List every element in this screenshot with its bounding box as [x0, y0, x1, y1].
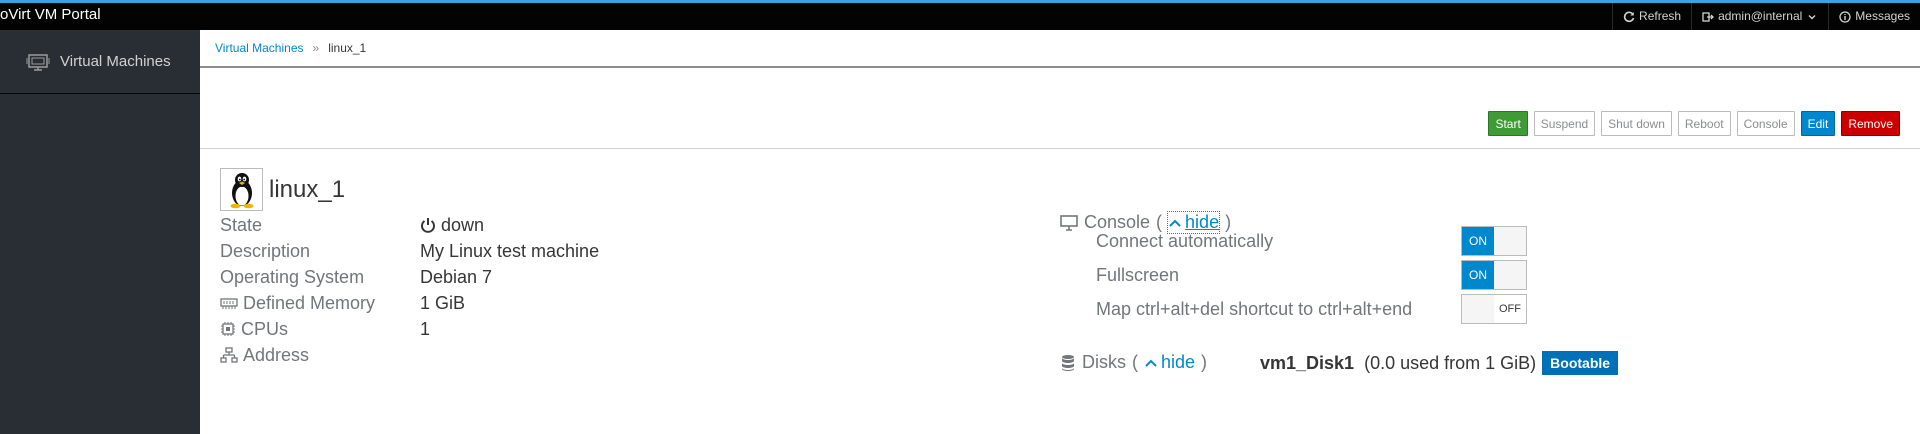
user-menu[interactable]: admin@internal [1691, 3, 1828, 30]
sidebar-item-virtual-machines[interactable]: Virtual Machines [0, 30, 200, 94]
app-title[interactable]: oVirt VM Portal [0, 6, 101, 23]
toggle-state: ON [1462, 261, 1494, 289]
suspend-button[interactable]: Suspend [1533, 111, 1596, 136]
reboot-button[interactable]: Reboot [1677, 111, 1731, 136]
virtual-machine-icon [26, 53, 50, 71]
property-row-address: Address [220, 342, 920, 368]
user-label: admin@internal [1718, 9, 1803, 23]
fullscreen-toggle[interactable]: ON [1461, 260, 1527, 290]
disks-title: Disks [1082, 352, 1126, 372]
disks-section-title: Disks ( hide) [1060, 352, 1207, 373]
top-nav: Refresh admin@internal Messages [1612, 3, 1920, 30]
breadcrumb-separator: » [312, 41, 320, 55]
messages-label: Messages [1855, 9, 1910, 23]
shutdown-button[interactable]: Shut down [1601, 111, 1672, 136]
breadcrumb-current: linux_1 [328, 41, 367, 55]
edit-button[interactable]: Edit [1800, 111, 1836, 136]
console-option-map-ctrl-alt-del: Map ctrl+alt+del shortcut to ctrl+alt+en… [1096, 294, 1527, 324]
top-bar: oVirt VM Portal Refresh admin@internal M… [0, 0, 1920, 30]
property-row-os: Operating System Debian 7 [220, 264, 920, 290]
state-label: State [220, 214, 263, 235]
toggle-state: ON [1462, 227, 1494, 255]
memory-icon [220, 298, 238, 309]
disk-usage: (0.0 used from 1 GiB) [1364, 352, 1537, 373]
connect-automatically-toggle[interactable]: ON [1461, 226, 1527, 256]
start-button[interactable]: Start [1488, 111, 1528, 136]
disks-hide-link[interactable]: hide [1144, 352, 1195, 373]
address-label: Address [243, 344, 310, 365]
sidebar: Virtual Machines [0, 30, 200, 434]
address-label-wrap: Address [220, 345, 420, 366]
action-toolbar: Start Suspend Shut down Reboot Console E… [200, 68, 1920, 149]
toggle-handle [1462, 295, 1494, 323]
property-row-memory: Defined Memory 1 GiB [220, 290, 920, 316]
memory-label-wrap: Defined Memory [220, 293, 420, 314]
toggle-handle [1494, 261, 1526, 289]
os-value: Debian 7 [420, 266, 493, 287]
linux-tux-icon [220, 168, 263, 211]
power-icon [421, 218, 435, 233]
bootable-badge: Bootable [1542, 351, 1619, 375]
chevron-up-icon [1145, 359, 1157, 367]
messages-button[interactable]: Messages [1828, 3, 1920, 30]
cpus-value: 1 [420, 318, 431, 339]
memory-label: Defined Memory [243, 292, 376, 313]
refresh-label: Refresh [1639, 9, 1682, 23]
database-icon [1062, 354, 1074, 371]
cpu-icon [221, 322, 235, 336]
close-paren: ) [1201, 352, 1208, 372]
property-row-cpus: CPUs 1 [220, 316, 920, 342]
cpus-label: CPUs [241, 318, 289, 339]
option-label: Connect automatically [1096, 230, 1274, 251]
breadcrumb: Virtual Machines » linux_1 [200, 30, 1920, 68]
state-value-wrap: down [420, 215, 484, 236]
sidebar-item-label: Virtual Machines [60, 53, 171, 70]
refresh-icon [1623, 11, 1635, 22]
breadcrumb-root-link[interactable]: Virtual Machines [215, 41, 304, 55]
description-label: Description [220, 240, 311, 261]
disk-name: vm1_Disk1 [1260, 352, 1355, 373]
console-button[interactable]: Console [1736, 111, 1795, 136]
property-row-state: State down [220, 212, 920, 238]
property-row-description: Description My Linux test machine [220, 238, 920, 264]
option-label: Fullscreen [1096, 264, 1180, 285]
disks-hide-label: hide [1161, 352, 1196, 372]
map-ctrl-alt-del-toggle[interactable]: OFF [1461, 294, 1527, 324]
toggle-handle [1494, 227, 1526, 255]
toggle-state: OFF [1494, 295, 1526, 323]
info-icon [1839, 10, 1851, 23]
cpus-label-wrap: CPUs [220, 319, 420, 340]
remove-button[interactable]: Remove [1841, 111, 1900, 136]
console-option-fullscreen: Fullscreen ON [1096, 260, 1527, 290]
vm-header: linux_1 [220, 168, 345, 211]
network-icon [220, 347, 238, 363]
refresh-button[interactable]: Refresh [1612, 3, 1691, 30]
disk-item: vm1_Disk1 (0.0 used from 1 GiB) Bootable [1260, 351, 1619, 375]
memory-value: 1 GiB [420, 292, 466, 313]
main-content: Virtual Machines » linux_1 Start Suspend… [200, 30, 1920, 434]
state-value: down [441, 214, 485, 235]
chevron-down-icon [1808, 14, 1816, 19]
monitor-icon [1060, 214, 1078, 231]
vm-name: linux_1 [269, 175, 346, 203]
open-paren: ( [1132, 352, 1138, 372]
description-value: My Linux test machine [420, 240, 600, 261]
sign-out-icon [1702, 11, 1714, 22]
option-label: Map ctrl+alt+del shortcut to ctrl+alt+en… [1096, 298, 1413, 319]
os-label: Operating System [220, 266, 365, 287]
console-option-connect-automatically: Connect automatically ON [1096, 226, 1527, 256]
